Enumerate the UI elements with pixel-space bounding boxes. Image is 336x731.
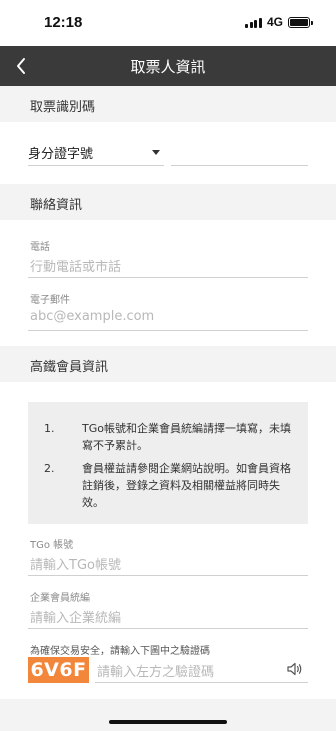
captcha-input[interactable]: 請輸入左方之驗證碼 bbox=[95, 657, 308, 683]
tgo-input[interactable]: 請輸入TGo帳號 bbox=[28, 550, 308, 576]
tgo-label: TGo 帳號 bbox=[30, 540, 74, 551]
captcha-label: 為確保交易安全，請輸入下圖中之驗證碼 bbox=[30, 646, 210, 657]
section-title-contact: 聯絡資訊 bbox=[30, 198, 83, 213]
ticket-id-row: 身分證字號 bbox=[0, 122, 336, 184]
corp-label: 企業會員統編 bbox=[30, 593, 90, 604]
captcha-code: 6V6F bbox=[30, 659, 87, 681]
member-notice-box: 1. TGo帳號和企業會員統編請擇一填寫，未填寫不予累計。 2. 會員權益請參閱… bbox=[28, 402, 308, 524]
section-title-ticket-id: 取票識別碼 bbox=[30, 100, 96, 115]
id-type-selected: 身分證字號 bbox=[28, 147, 94, 162]
corp-id-field: 企業會員統編 請輸入企業統編 bbox=[28, 589, 308, 633]
status-indicators: 4G bbox=[245, 15, 313, 29]
page-title: 取票人資訊 bbox=[130, 58, 206, 76]
captcha-placeholder: 請輸入左方之驗證碼 bbox=[97, 665, 215, 680]
home-indicator bbox=[109, 720, 227, 724]
email-input[interactable]: abc@example.com bbox=[28, 305, 308, 331]
section-header-member: 高鐵會員資訊 bbox=[0, 346, 336, 382]
notice-text: TGo帳號和企業會員統編請擇一填寫，未填寫不予累計。 bbox=[82, 422, 291, 452]
tgo-account-field: TGo 帳號 請輸入TGo帳號 bbox=[28, 536, 308, 580]
email-label: 電子郵件 bbox=[30, 295, 70, 306]
id-type-select[interactable]: 身分證字號 bbox=[28, 138, 164, 166]
notice-number: 2. bbox=[44, 462, 55, 475]
status-time: 12:18 bbox=[44, 14, 83, 31]
network-type: 4G bbox=[266, 15, 283, 29]
notice-text: 會員權益請參閱企業網站說明。如會員資格註銷後，登錄之資料及相關權益將同時失效。 bbox=[82, 462, 291, 509]
dropdown-caret-icon bbox=[152, 150, 160, 155]
phone-input[interactable]: 行動電話或市話 bbox=[28, 252, 308, 278]
signal-icon bbox=[245, 17, 262, 28]
corp-input[interactable]: 請輸入企業統編 bbox=[28, 603, 308, 629]
phone-field: 電話 行動電話或市話 bbox=[28, 238, 308, 282]
captcha-image[interactable]: 6V6F bbox=[28, 657, 89, 683]
phone-placeholder: 行動電話或市話 bbox=[30, 260, 122, 275]
section-header-contact: 聯絡資訊 bbox=[0, 184, 336, 220]
email-placeholder: abc@example.com bbox=[30, 309, 155, 324]
id-number-input[interactable] bbox=[171, 138, 308, 166]
corp-placeholder: 請輸入企業統編 bbox=[30, 611, 122, 626]
section-title-member: 高鐵會員資訊 bbox=[30, 360, 109, 375]
battery-icon bbox=[288, 16, 313, 28]
email-field: 電子郵件 abc@example.com bbox=[28, 291, 308, 335]
speaker-icon[interactable] bbox=[286, 661, 304, 677]
bottom-band bbox=[0, 699, 336, 731]
phone-label: 電話 bbox=[30, 242, 50, 253]
notice-number: 1. bbox=[44, 422, 55, 435]
section-header-ticket-id: 取票識別碼 bbox=[0, 86, 336, 122]
status-bar: 12:18 4G bbox=[0, 0, 336, 46]
nav-bar: 取票人資訊 bbox=[0, 46, 336, 86]
tgo-placeholder: 請輸入TGo帳號 bbox=[30, 558, 121, 573]
